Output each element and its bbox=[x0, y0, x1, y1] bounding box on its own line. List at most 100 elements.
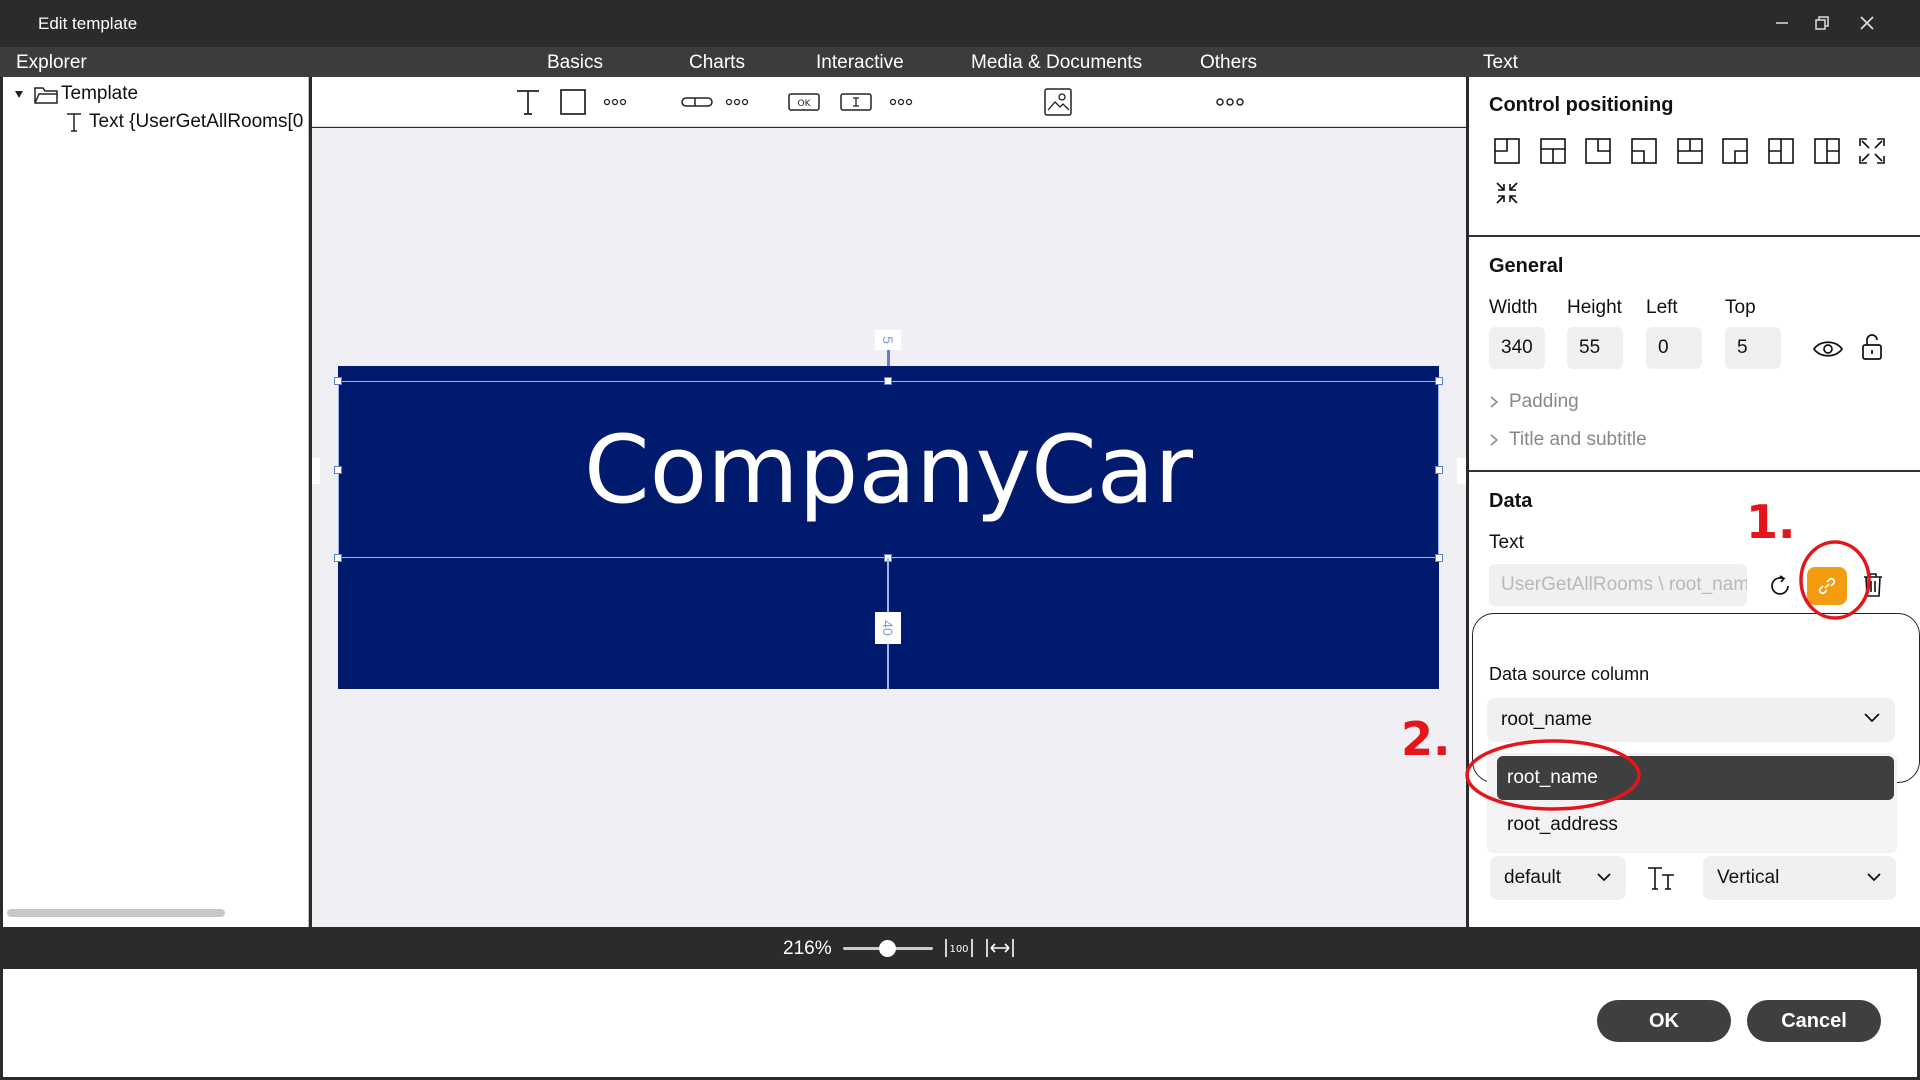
highlight-circle-1 bbox=[1799, 540, 1871, 620]
tab-interactive[interactable]: Interactive bbox=[816, 52, 904, 74]
input-tool-icon[interactable] bbox=[839, 87, 873, 117]
height-label: Height bbox=[1567, 297, 1622, 318]
chevron-right-icon bbox=[1490, 434, 1499, 446]
resize-handle[interactable] bbox=[1435, 377, 1443, 385]
top-margin-measure: 5 bbox=[875, 330, 901, 350]
design-canvas[interactable]: 5 CompanyCar 40 bbox=[312, 128, 1466, 927]
horizontal-scrollbar[interactable] bbox=[7, 909, 225, 917]
orientation-select[interactable]: Vertical bbox=[1703, 856, 1896, 900]
align-top-right-icon[interactable] bbox=[1584, 137, 1612, 165]
chevron-down-icon bbox=[1867, 873, 1881, 882]
minimize-icon[interactable] bbox=[1767, 10, 1797, 36]
tab-media-documents[interactable]: Media & Documents bbox=[971, 52, 1142, 74]
image-tool-icon[interactable] bbox=[1041, 87, 1075, 117]
visibility-eye-icon[interactable] bbox=[1812, 339, 1844, 359]
more-basics-icon[interactable] bbox=[598, 87, 632, 117]
top-field[interactable]: 5 bbox=[1725, 327, 1781, 369]
font-size-value: default bbox=[1504, 867, 1562, 888]
title-subtitle-section[interactable]: Title and subtitle bbox=[1489, 429, 1647, 451]
width-label: Width bbox=[1489, 297, 1538, 318]
more-interactive-icon[interactable] bbox=[884, 87, 918, 117]
resize-handle[interactable] bbox=[334, 377, 342, 385]
resize-handle[interactable] bbox=[1435, 554, 1443, 562]
zoom-100-icon[interactable]: 100 bbox=[944, 937, 974, 959]
right-edge-marker bbox=[1457, 458, 1466, 484]
expand-triangle-icon[interactable] bbox=[13, 88, 25, 100]
align-top-left-icon[interactable] bbox=[1493, 137, 1521, 165]
left-field[interactable]: 0 bbox=[1646, 327, 1702, 369]
tab-charts[interactable]: Charts bbox=[689, 52, 745, 74]
step-2-annotation: 2. bbox=[1401, 712, 1451, 766]
align-center-vertical-icon[interactable] bbox=[1767, 137, 1795, 165]
ok-button[interactable]: OK bbox=[1597, 1000, 1731, 1042]
banner-background[interactable]: CompanyCar 40 bbox=[334, 366, 1443, 689]
svg-text:OK: OK bbox=[798, 99, 812, 109]
text-tool-icon[interactable] bbox=[511, 87, 545, 117]
resize-handle[interactable] bbox=[334, 466, 342, 474]
chevron-down-icon bbox=[1597, 873, 1611, 882]
folder-icon bbox=[34, 87, 58, 104]
button-tool-icon[interactable]: OK bbox=[787, 87, 821, 117]
selection-box[interactable] bbox=[338, 381, 1439, 558]
control-positioning-title: Control positioning bbox=[1489, 94, 1674, 116]
section-divider bbox=[1469, 235, 1920, 237]
more-charts-icon[interactable] bbox=[720, 87, 754, 117]
left-edge-marker bbox=[312, 458, 320, 484]
option-root-address[interactable]: root_address bbox=[1507, 814, 1618, 836]
window-title: Edit template bbox=[38, 14, 138, 33]
padding-label: Padding bbox=[1509, 391, 1579, 412]
properties-title: Text bbox=[1483, 52, 1518, 73]
tab-others[interactable]: Others bbox=[1200, 52, 1257, 74]
text-label: Text bbox=[1489, 532, 1524, 553]
svg-text:100: 100 bbox=[949, 944, 968, 955]
section-divider bbox=[1469, 470, 1920, 472]
cancel-button[interactable]: Cancel bbox=[1747, 1000, 1881, 1042]
padding-section[interactable]: Padding bbox=[1489, 391, 1579, 413]
align-center-right-icon[interactable] bbox=[1813, 137, 1841, 165]
orientation-value: Vertical bbox=[1717, 867, 1780, 888]
height-field[interactable]: 55 bbox=[1567, 327, 1623, 369]
unlock-icon[interactable] bbox=[1861, 333, 1883, 361]
tree-item-label: Template bbox=[61, 83, 139, 104]
left-label: Left bbox=[1646, 297, 1678, 318]
rectangle-tool-icon[interactable] bbox=[556, 87, 590, 117]
refresh-icon[interactable] bbox=[1767, 573, 1793, 599]
align-top-center-icon[interactable] bbox=[1539, 137, 1567, 165]
tab-basics[interactable]: Basics bbox=[547, 52, 603, 74]
zoom-bar: 216% 100 bbox=[0, 927, 1920, 969]
text-icon bbox=[67, 113, 81, 132]
resize-handle[interactable] bbox=[334, 554, 342, 562]
tree-item-text[interactable]: Text {UserGetAllRooms[0 bbox=[65, 111, 303, 133]
resize-handle[interactable] bbox=[1435, 466, 1443, 474]
chart-tool-icon[interactable] bbox=[680, 87, 714, 117]
top-label: Top bbox=[1725, 297, 1756, 318]
text-size-icon[interactable] bbox=[1646, 864, 1676, 892]
bottom-margin-measure: 40 bbox=[875, 612, 901, 644]
shrink-icon[interactable] bbox=[1493, 179, 1521, 207]
width-field[interactable]: 340 bbox=[1489, 327, 1545, 369]
zoom-level: 216% bbox=[783, 938, 832, 959]
top-margin-value: 5 bbox=[879, 336, 896, 344]
align-bottom-right-icon[interactable] bbox=[1721, 137, 1749, 165]
dialog-footer: OK Cancel bbox=[3, 969, 1917, 1077]
resize-handle[interactable] bbox=[884, 377, 892, 385]
top-margin-line bbox=[887, 350, 890, 366]
highlight-circle-2 bbox=[1465, 739, 1641, 811]
expand-fill-icon[interactable] bbox=[1858, 137, 1886, 165]
step-1-annotation: 1. bbox=[1746, 495, 1796, 549]
align-middle-icon[interactable] bbox=[1676, 137, 1704, 165]
text-binding-field[interactable]: UserGetAllRooms \ root_name bbox=[1489, 564, 1747, 606]
data-source-column-label: Data source column bbox=[1489, 664, 1650, 684]
more-others-icon[interactable] bbox=[1213, 87, 1247, 117]
zoom-slider-thumb[interactable] bbox=[879, 940, 896, 957]
chevron-down-icon bbox=[1864, 713, 1880, 723]
explorer-panel: Template Text {UserGetAllRooms[0 bbox=[3, 77, 309, 927]
tree-item-template[interactable]: Template bbox=[13, 83, 138, 105]
align-bottom-left-icon[interactable] bbox=[1630, 137, 1658, 165]
fit-width-icon[interactable] bbox=[985, 937, 1015, 959]
font-size-select[interactable]: default bbox=[1490, 856, 1626, 900]
restore-icon[interactable] bbox=[1807, 10, 1837, 36]
chevron-right-icon bbox=[1490, 396, 1499, 408]
close-icon[interactable] bbox=[1852, 10, 1882, 36]
bottom-margin-value: 40 bbox=[879, 620, 896, 636]
